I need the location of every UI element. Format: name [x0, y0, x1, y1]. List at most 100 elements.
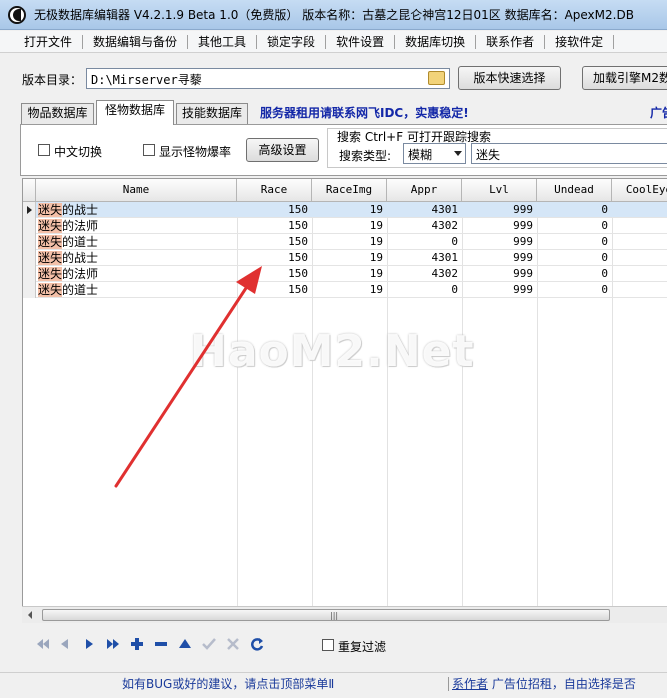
chinese-switch-checkbox[interactable] — [38, 144, 50, 156]
menu-switch-db[interactable]: 数据库切换 — [395, 34, 477, 49]
cell-race[interactable]: 150 — [237, 218, 312, 234]
cell-appr[interactable]: 0 — [387, 234, 462, 250]
cell-name[interactable]: 迷失的战士 — [36, 202, 237, 218]
delete-record-icon[interactable] — [154, 637, 168, 651]
menu-custom[interactable]: 接软件定 — [545, 34, 615, 49]
tab-items-db[interactable]: 物品数据库 — [21, 103, 94, 124]
cell-lvl[interactable]: 999 — [462, 250, 537, 266]
tab-monsters-db[interactable]: 怪物数据库 — [96, 100, 174, 125]
menu-open-file[interactable]: 打开文件 — [0, 34, 84, 49]
version-path-input[interactable]: D:\Mirserver寻藜 — [86, 68, 450, 89]
cell-cooleye[interactable]: 1 — [612, 234, 667, 250]
cell-name[interactable]: 迷失的道士 — [36, 234, 237, 250]
dedupe-checkbox[interactable] — [322, 639, 334, 651]
cell-lvl[interactable]: 999 — [462, 282, 537, 298]
status-links: 系作者 广告位招租，自由选择是否 — [452, 675, 636, 692]
search-input[interactable]: 迷失 — [471, 143, 667, 164]
cell-raceimg[interactable]: 19 — [312, 234, 387, 250]
first-record-icon[interactable] — [36, 637, 50, 651]
cell-appr[interactable]: 4301 — [387, 250, 462, 266]
cell-name[interactable]: 迷失的法师 — [36, 218, 237, 234]
cell-name[interactable]: 迷失的道士 — [36, 282, 237, 298]
cell-undead[interactable]: 0 — [537, 218, 612, 234]
table-row[interactable]: 迷失的道士15019099901 — [23, 234, 667, 250]
cell-race[interactable]: 150 — [237, 202, 312, 218]
cell-raceimg[interactable]: 19 — [312, 266, 387, 282]
table-row[interactable]: 迷失的战士15019430199901 — [23, 202, 667, 218]
cell-cooleye[interactable]: 1 — [612, 202, 667, 218]
folder-icon[interactable] — [428, 71, 445, 85]
cell-appr[interactable]: 4302 — [387, 218, 462, 234]
cell-cooleye[interactable]: 1 — [612, 282, 667, 298]
horizontal-scrollbar[interactable]: ||| — [22, 606, 667, 623]
post-record-icon[interactable] — [202, 637, 216, 651]
cell-lvl[interactable]: 999 — [462, 234, 537, 250]
menu-settings[interactable]: 软件设置 — [326, 34, 396, 49]
monster-grid[interactable]: Name Race RaceImg Appr Lvl Undead CoolEy… — [22, 178, 667, 608]
col-undead-header[interactable]: Undead — [537, 179, 612, 202]
contact-author-link[interactable]: 系作者 — [452, 677, 488, 691]
refresh-icon[interactable] — [250, 637, 264, 651]
last-record-icon[interactable] — [106, 637, 120, 651]
cell-undead[interactable]: 0 — [537, 202, 612, 218]
cancel-record-icon[interactable] — [226, 637, 240, 651]
col-race-header[interactable]: Race — [237, 179, 312, 202]
edit-record-icon[interactable] — [178, 637, 192, 651]
cell-cooleye[interactable]: 1 — [612, 250, 667, 266]
cell-appr[interactable]: 0 — [387, 282, 462, 298]
row-indicator — [23, 250, 36, 266]
cell-raceimg[interactable]: 19 — [312, 282, 387, 298]
scroll-left-icon[interactable] — [28, 611, 32, 619]
cell-undead[interactable]: 0 — [537, 266, 612, 282]
cell-name[interactable]: 迷失的战士 — [36, 250, 237, 266]
show-drop-rate-checkbox[interactable] — [143, 144, 155, 156]
cell-race[interactable]: 150 — [237, 282, 312, 298]
cell-raceimg[interactable]: 19 — [312, 250, 387, 266]
cell-undead[interactable]: 0 — [537, 234, 612, 250]
search-type-select[interactable]: 模糊 — [403, 143, 466, 164]
status-hint: 如有BUG或好的建议，请点击顶部菜单Ⅱ — [122, 677, 335, 691]
table-row[interactable]: 迷失的战士15019430199901 — [23, 250, 667, 266]
load-engine-button[interactable]: 加载引擎M2数 — [582, 66, 667, 90]
table-row[interactable]: 迷失的法师15019430299901 — [23, 218, 667, 234]
cell-name-rest: 的战士 — [62, 251, 99, 265]
col-raceimg-header[interactable]: RaceImg — [312, 179, 387, 202]
cell-race[interactable]: 150 — [237, 234, 312, 250]
next-record-icon[interactable] — [82, 637, 96, 651]
search-type-value: 模糊 — [408, 148, 433, 162]
cell-appr[interactable]: 4302 — [387, 266, 462, 282]
quick-select-button[interactable]: 版本快速选择 — [458, 66, 561, 90]
table-row[interactable]: 迷失的法师15019430299901 — [23, 266, 667, 282]
scroll-thumb[interactable]: ||| — [42, 609, 610, 621]
col-name-header[interactable]: Name — [36, 179, 237, 202]
advanced-settings-button[interactable]: 高级设置 — [246, 138, 319, 162]
row-indicator — [23, 266, 36, 282]
add-record-icon[interactable] — [130, 637, 144, 651]
cell-undead[interactable]: 0 — [537, 250, 612, 266]
table-row[interactable]: 迷失的道士15019099901 — [23, 282, 667, 298]
cell-race[interactable]: 150 — [237, 266, 312, 282]
col-lvl-header[interactable]: Lvl — [462, 179, 537, 202]
status-bar: 如有BUG或好的建议，请点击顶部菜单Ⅱ 系作者 广告位招租，自由选择是否 — [0, 672, 667, 698]
cell-cooleye[interactable]: 1 — [612, 218, 667, 234]
search-match-highlight: 迷失 — [38, 283, 63, 297]
menu-other-tools[interactable]: 其他工具 — [188, 34, 258, 49]
menu-contact[interactable]: 联系作者 — [476, 34, 546, 49]
cell-raceimg[interactable]: 19 — [312, 202, 387, 218]
cell-lvl[interactable]: 999 — [462, 266, 537, 282]
prev-record-icon[interactable] — [58, 637, 72, 651]
cell-race[interactable]: 150 — [237, 250, 312, 266]
cell-raceimg[interactable]: 19 — [312, 218, 387, 234]
cell-undead[interactable]: 0 — [537, 282, 612, 298]
menu-lock-fields[interactable]: 锁定字段 — [257, 34, 327, 49]
menu-edit-backup[interactable]: 数据编辑与备份 — [83, 34, 189, 49]
cell-lvl[interactable]: 999 — [462, 218, 537, 234]
tab-skills-db[interactable]: 技能数据库 — [176, 103, 248, 124]
cell-name[interactable]: 迷失的法师 — [36, 266, 237, 282]
col-appr-header[interactable]: Appr — [387, 179, 462, 202]
col-cooleye-header[interactable]: CoolEye — [612, 179, 667, 202]
cell-name-rest: 的道士 — [62, 235, 99, 249]
cell-cooleye[interactable]: 1 — [612, 266, 667, 282]
cell-appr[interactable]: 4301 — [387, 202, 462, 218]
cell-lvl[interactable]: 999 — [462, 202, 537, 218]
